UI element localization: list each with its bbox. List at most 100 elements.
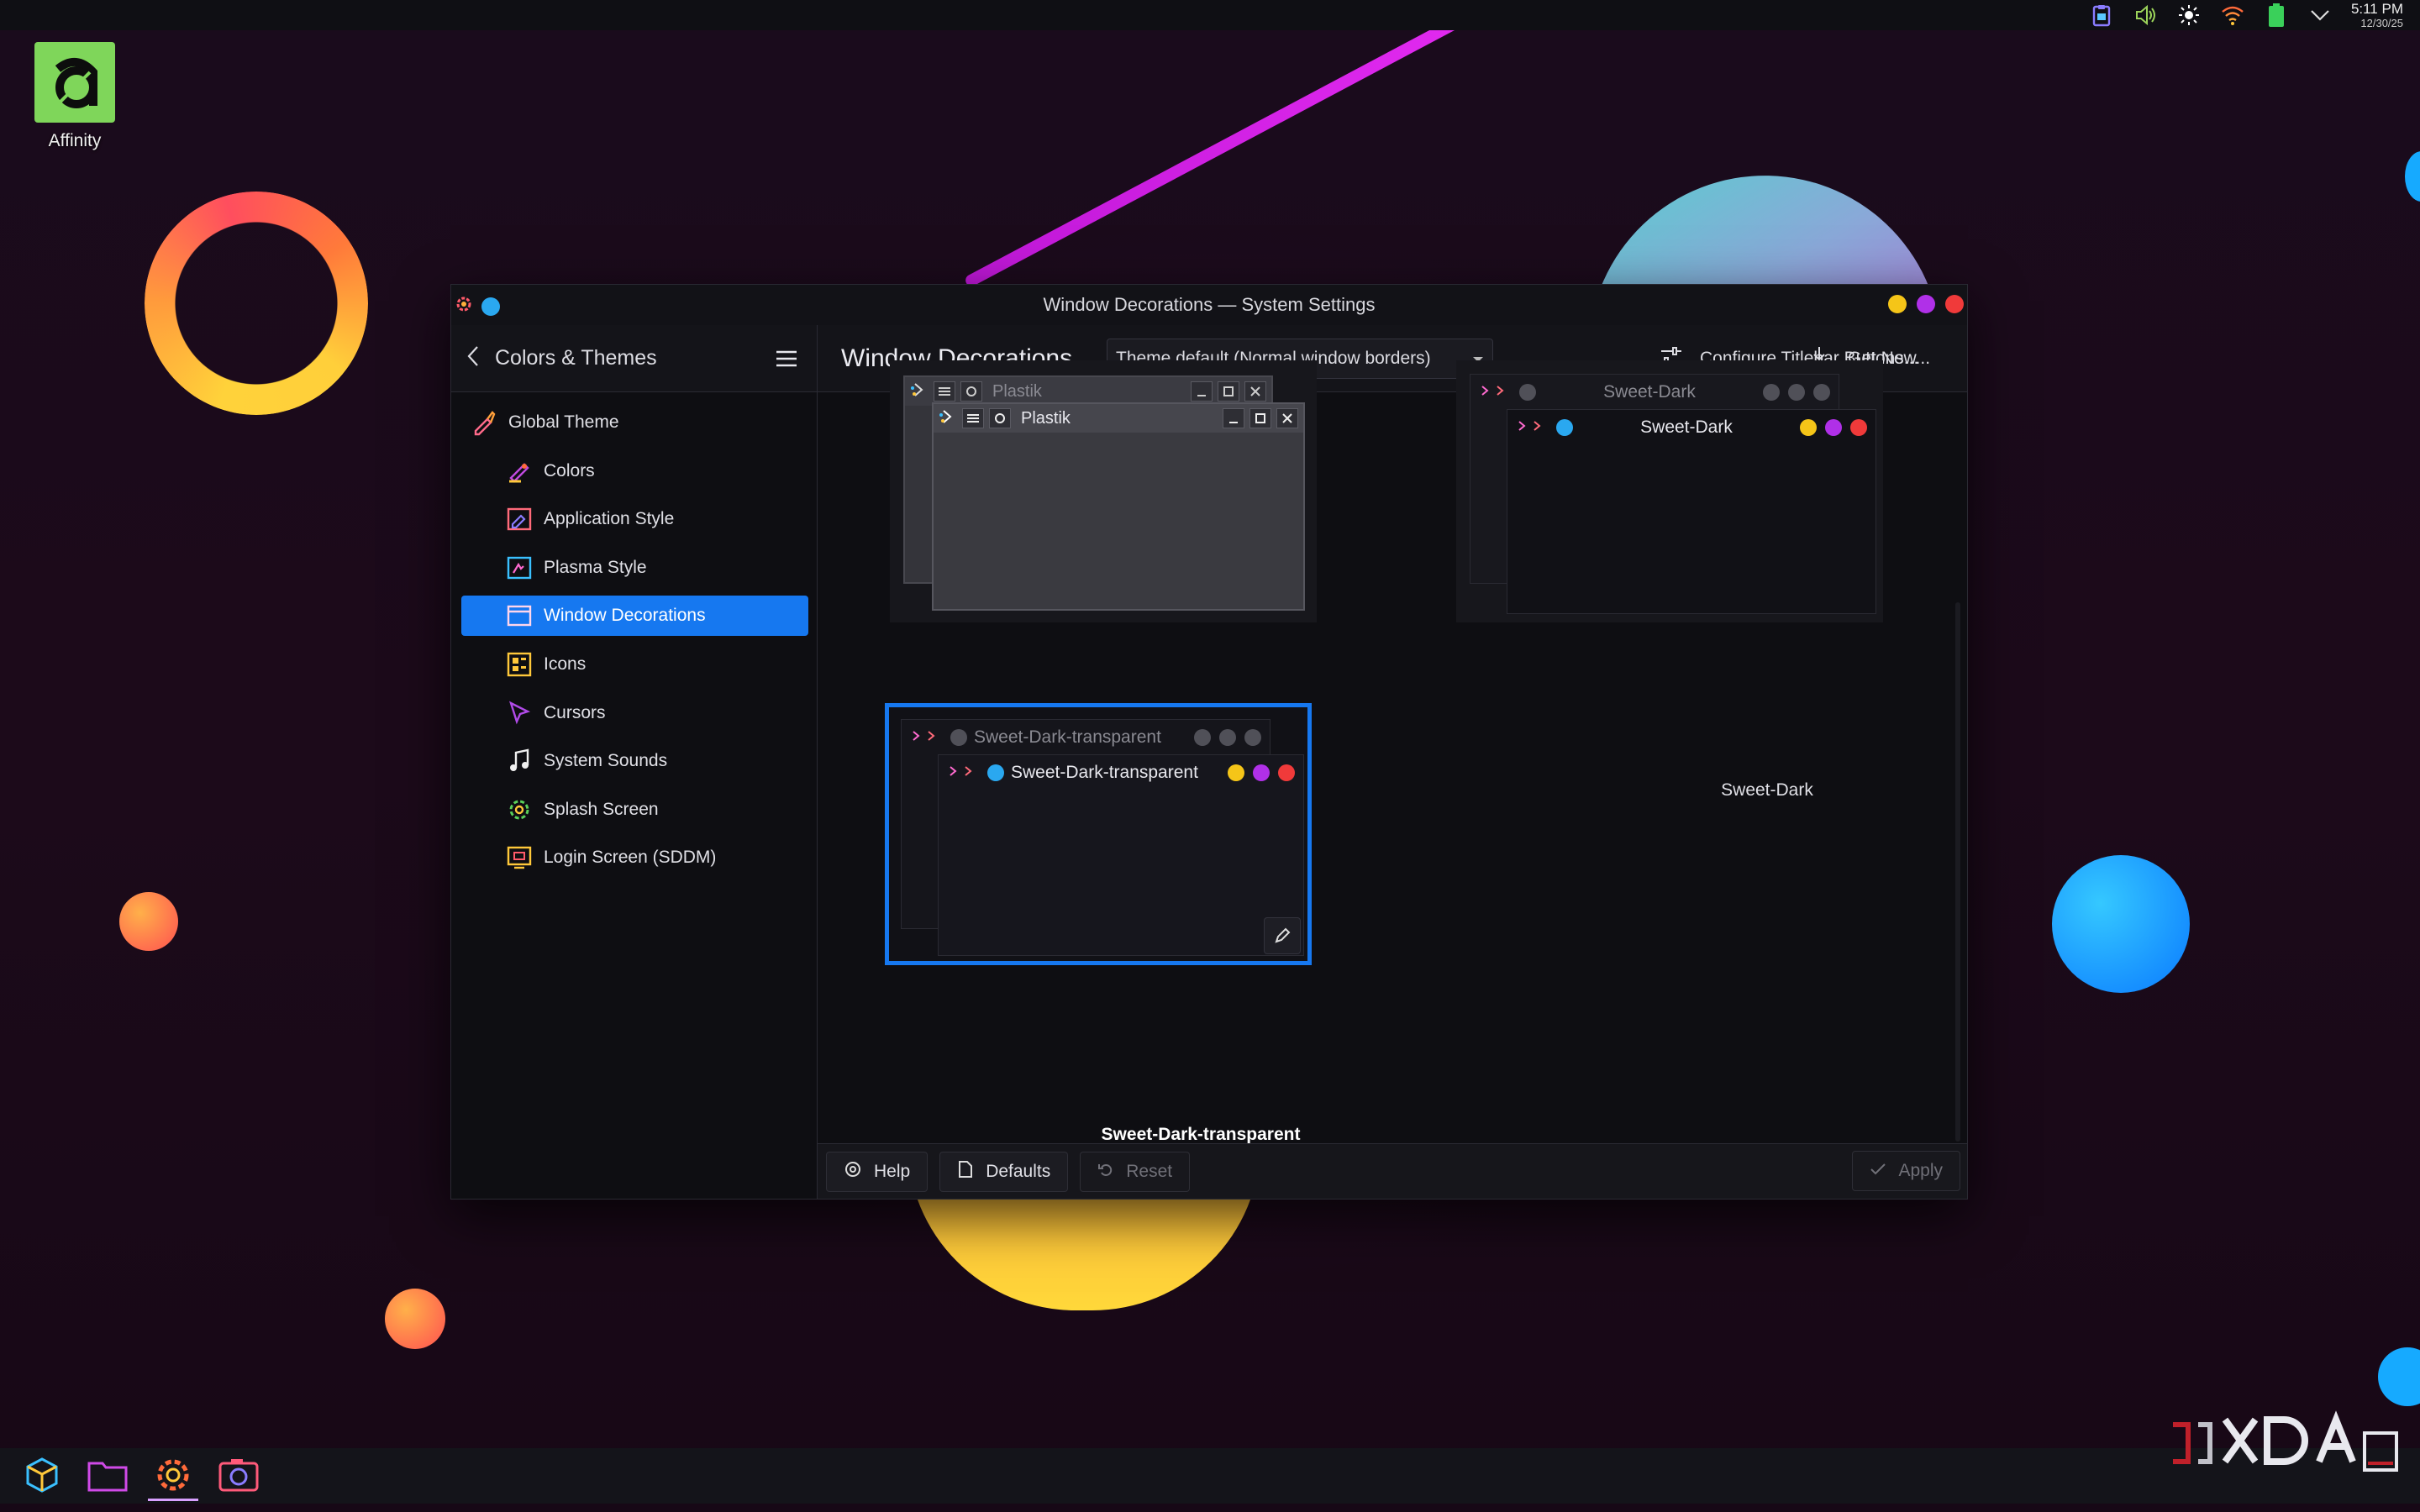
hamburger-menu-button[interactable] [771, 344, 802, 374]
clock[interactable]: 5:11 PM 12/30/25 [2351, 2, 2403, 29]
sidebar-item-system-sounds[interactable]: System Sounds [461, 741, 808, 781]
menu-icon [934, 381, 955, 402]
sidebar-item-label: Splash Screen [544, 799, 659, 819]
close-icon [1276, 408, 1298, 428]
cursor-icon [505, 699, 534, 727]
sidebar-item-login-screen[interactable]: Login Screen (SDDM) [461, 837, 808, 878]
hamburger-icon [776, 350, 797, 366]
pin-icon [989, 408, 1011, 428]
app-style-icon [505, 505, 534, 533]
clock-date: 12/30/25 [2360, 17, 2403, 29]
app-icon [939, 407, 957, 430]
settings-gear-icon[interactable] [148, 1451, 198, 1501]
affinity-logo-icon [34, 42, 115, 123]
app-icon [947, 762, 981, 785]
wallpaper-ring [145, 192, 368, 415]
preview-title: Sweet-Dark-transparent [1011, 763, 1198, 782]
volume-icon[interactable] [2133, 3, 2158, 28]
window-decorations-icon [505, 601, 534, 630]
app-icon [910, 381, 929, 403]
vertical-scrollbar[interactable] [1955, 602, 1960, 1142]
sidebar-item-plasma-style[interactable]: Plasma Style [461, 548, 808, 588]
sidebar-item-global-theme[interactable]: Global Theme [461, 402, 808, 443]
wallpaper-ball [2378, 1347, 2420, 1406]
apply-button[interactable]: Apply [1852, 1151, 1960, 1191]
wallpaper-ball [119, 892, 178, 951]
app-icon [910, 727, 944, 749]
battery-icon[interactable] [2264, 3, 2289, 28]
reset-button[interactable]: Reset [1080, 1151, 1191, 1192]
pin-icon [960, 381, 982, 402]
clock-time: 5:11 PM [2350, 1, 2403, 17]
minimize-button[interactable] [1888, 295, 1907, 313]
maximize-button[interactable] [1917, 295, 1935, 313]
sidebar-header: Colors & Themes [451, 325, 818, 392]
screenshot-camera-icon[interactable] [213, 1451, 264, 1501]
chevron-left-icon [466, 344, 480, 372]
undo-icon [1097, 1161, 1114, 1183]
help-label: Help [874, 1161, 911, 1181]
sidebar: Global Theme Colors Application Style Pl… [451, 392, 818, 1199]
sidebar-item-splash-screen[interactable]: Splash Screen [461, 790, 808, 830]
splash-gear-icon [505, 795, 534, 824]
close-button[interactable] [1945, 295, 1964, 313]
wifi-icon[interactable] [2220, 3, 2245, 28]
pin-dot [987, 764, 1004, 781]
sidebar-item-cursors[interactable]: Cursors [461, 693, 808, 733]
desktop-icon-affinity[interactable]: Affinity [30, 42, 119, 151]
pin-dot [1556, 419, 1573, 436]
sidebar-item-label: Window Decorations [544, 606, 706, 626]
edit-decoration-button[interactable] [1264, 917, 1301, 954]
folder-icon[interactable] [82, 1451, 133, 1501]
pencil-icon [1275, 927, 1291, 943]
login-screen-icon [505, 843, 534, 872]
minimize-icon [1191, 381, 1213, 402]
close-icon [1244, 381, 1266, 402]
sidebar-item-icons[interactable]: Icons [461, 644, 808, 685]
maximize-icon [1218, 381, 1239, 402]
sidebar-item-label: Cursors [544, 702, 606, 722]
sidebar-item-label: Colors [544, 460, 595, 480]
app-icon [1516, 417, 1549, 439]
preview-title: Plastik [1021, 408, 1071, 428]
preview-active-window: Sweet-Dark [1507, 409, 1876, 614]
preview-active-window: Sweet-Dark-transparent [938, 754, 1304, 956]
help-icon [844, 1160, 862, 1184]
window-titlebar[interactable]: Window Decorations — System Settings [451, 285, 1967, 325]
pin-button[interactable] [481, 297, 500, 316]
decoration-card-sweet-dark[interactable]: Sweet-Dark Sweet-Dark [1456, 360, 1883, 622]
defaults-button[interactable]: Defaults [939, 1151, 1069, 1192]
sidebar-item-colors[interactable]: Colors [461, 451, 808, 491]
reset-label: Reset [1126, 1161, 1173, 1181]
sidebar-item-label: Plasma Style [544, 557, 647, 577]
chevron-down-icon[interactable] [2307, 3, 2333, 28]
app-icon [1479, 381, 1512, 404]
taskbar [0, 1448, 2420, 1504]
preview-title: Plastik [992, 381, 1042, 401]
decoration-card-sweet-dark-transparent[interactable]: Sweet-Dark-transparent Sweet-Dark-transp… [885, 703, 1312, 965]
clipboard-icon[interactable] [2089, 3, 2114, 28]
decoration-name-sweet-dark-transparent: Sweet-Dark-transparent [1101, 1125, 1301, 1144]
pin-dot [1519, 384, 1536, 401]
back-button[interactable]: Colors & Themes [466, 344, 657, 372]
decoration-card-plastik[interactable]: Plastik Plastik [890, 360, 1317, 622]
brightness-icon[interactable] [2176, 3, 2202, 28]
package-cube-icon[interactable] [17, 1451, 67, 1501]
palette-icon [505, 457, 534, 486]
top-panel: 5:11 PM 12/30/25 [0, 0, 2420, 30]
wallpaper-ball [385, 1289, 445, 1349]
system-settings-app-icon[interactable] [455, 295, 473, 318]
wallpaper-ball [2052, 855, 2190, 993]
icons-icon [505, 650, 534, 679]
sidebar-item-label: System Sounds [544, 751, 668, 771]
sidebar-item-label: Login Screen (SDDM) [544, 848, 717, 868]
sidebar-item-window-decorations[interactable]: Window Decorations [461, 596, 808, 637]
back-button-label: Colors & Themes [495, 346, 657, 370]
preview-title: Sweet-Dark [1640, 417, 1733, 437]
wallpaper-ball [2405, 151, 2420, 202]
document-icon [957, 1160, 974, 1184]
help-button[interactable]: Help [826, 1151, 929, 1192]
window-title: Window Decorations — System Settings [1043, 294, 1376, 315]
decoration-name-sweet-dark: Sweet-Dark [1721, 780, 1813, 800]
sidebar-item-application-style[interactable]: Application Style [461, 499, 808, 539]
